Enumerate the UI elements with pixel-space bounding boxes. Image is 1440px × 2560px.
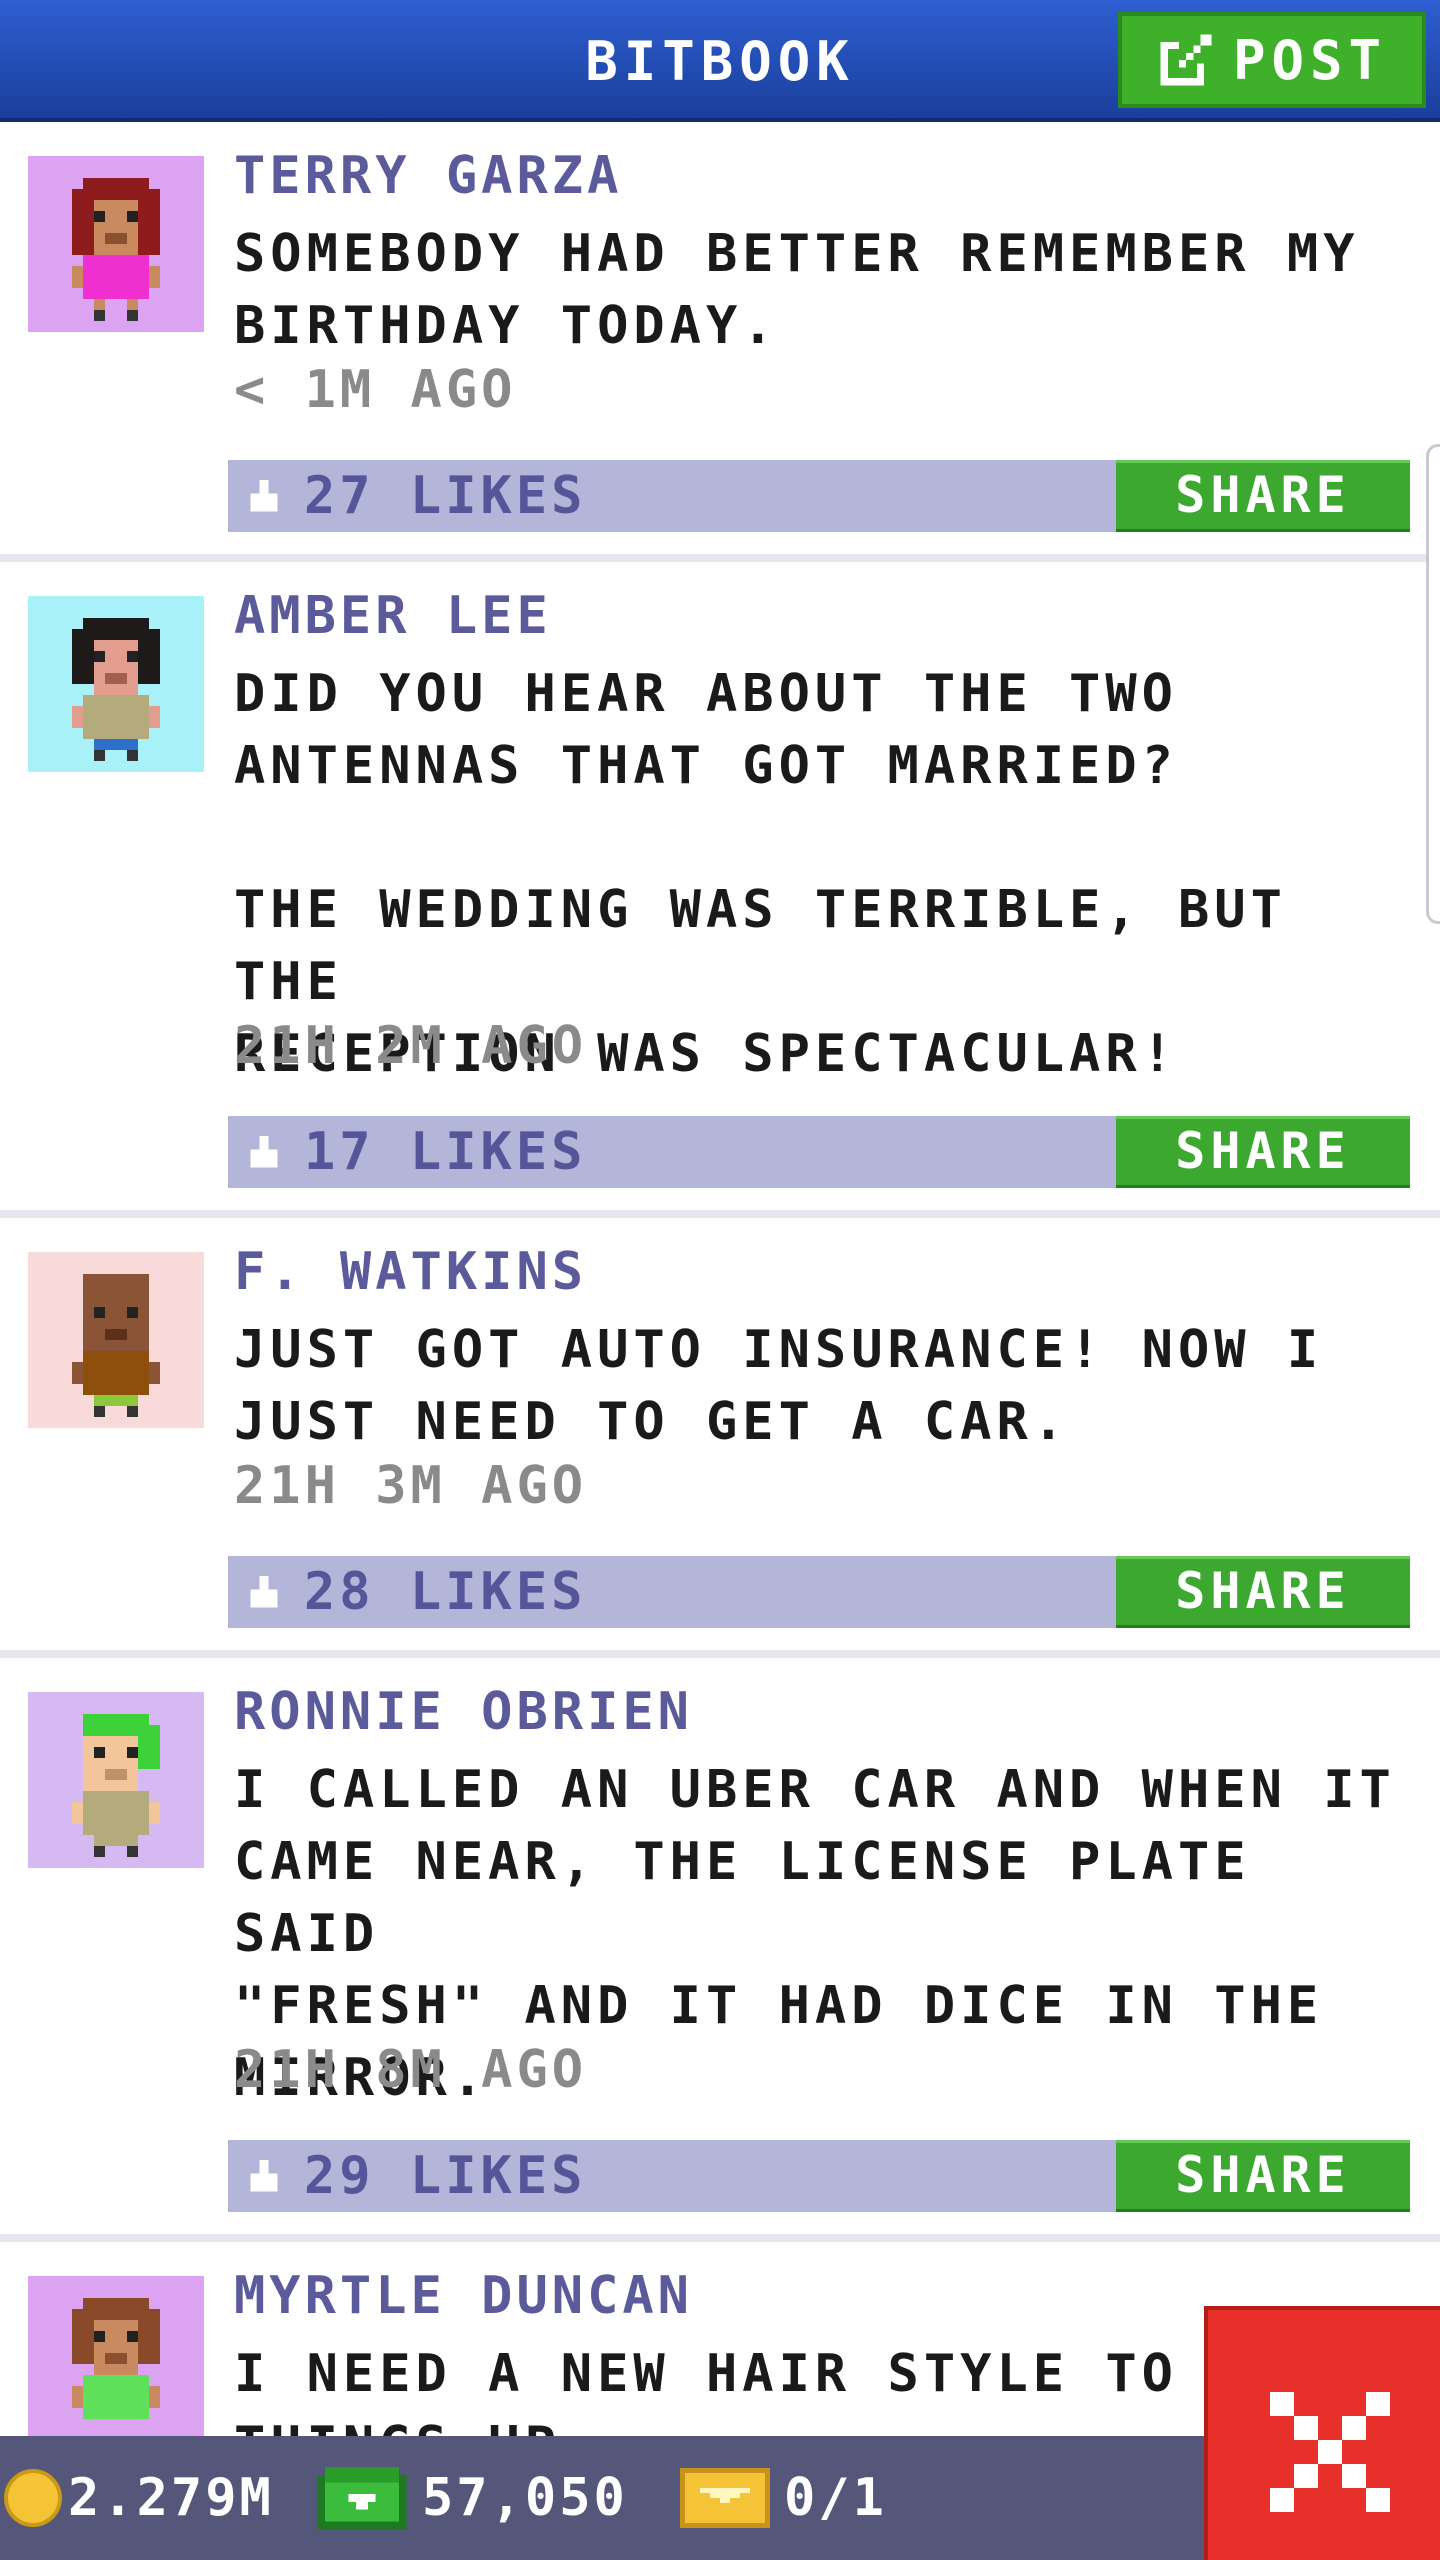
like-icon[interactable] (246, 2160, 282, 2196)
post-item: RONNIE OBRIEN I CALLED AN UBER CAR AND W… (0, 1658, 1440, 2234)
likes-count: 28 LIKES (304, 1562, 587, 1622)
coin-icon (4, 2469, 62, 2527)
post-time: 21H 2M AGO (234, 1016, 588, 1076)
likes-bar: 17 LIKES SHARE (228, 1116, 1410, 1188)
avatar[interactable] (28, 1692, 204, 1868)
avatar[interactable] (28, 156, 204, 332)
divider (0, 1210, 1440, 1218)
ticket-icon (680, 2468, 770, 2528)
coins-value: 2.279M (68, 2468, 274, 2528)
post-item: AMBER LEE DID YOU HEAR ABOUT THE TWO ANT… (0, 562, 1440, 1210)
post-author: F. WATKINS (234, 1242, 588, 1302)
divider (0, 2234, 1440, 2242)
bux-value: 57,050 (422, 2468, 628, 2528)
like-icon[interactable] (246, 1136, 282, 1172)
coins-display: 2.279M (4, 2436, 274, 2560)
share-button[interactable]: SHARE (1116, 1116, 1410, 1188)
post-message: JUST GOT AUTO INSURANCE! NOW I JUST NEED… (234, 1320, 1324, 1452)
divider (0, 554, 1440, 562)
post-author: TERRY GARZA (234, 146, 623, 206)
post-item: F. WATKINS JUST GOT AUTO INSURANCE! NOW … (0, 1218, 1440, 1650)
tickets-display: 0/1 (680, 2436, 887, 2560)
post-item: TERRY GARZA SOMEBODY HAD BETTER REMEMBER… (0, 122, 1440, 554)
post-author: MYRTLE DUNCAN (234, 2266, 693, 2326)
bux-display: 57,050 (316, 2436, 628, 2560)
edit-icon (1160, 34, 1212, 86)
post-author: RONNIE OBRIEN (234, 1682, 693, 1742)
divider (0, 1650, 1440, 1658)
close-icon (1270, 2392, 1390, 2512)
post-time: 21H 3M AGO (234, 1456, 588, 1516)
close-button[interactable] (1204, 2306, 1440, 2560)
share-button[interactable]: SHARE (1116, 2140, 1410, 2212)
likes-count: 17 LIKES (304, 1122, 587, 1182)
post-button-label: POST (1232, 28, 1388, 92)
post-message: SOMEBODY HAD BETTER REMEMBER MY BIRTHDAY… (234, 224, 1360, 356)
avatar[interactable] (28, 596, 204, 772)
share-button[interactable]: SHARE (1116, 1556, 1410, 1628)
likes-bar: 27 LIKES SHARE (228, 460, 1410, 532)
share-button[interactable]: SHARE (1116, 460, 1410, 532)
likes-bar: 28 LIKES SHARE (228, 1556, 1410, 1628)
scroll-indicator[interactable] (1426, 444, 1440, 924)
likes-count: 29 LIKES (304, 2146, 587, 2206)
post-time: 21H 8M AGO (234, 2040, 588, 2100)
avatar[interactable] (28, 2276, 204, 2438)
tickets-value: 0/1 (784, 2468, 887, 2528)
like-icon[interactable] (246, 480, 282, 516)
likes-bar: 29 LIKES SHARE (228, 2140, 1410, 2212)
post-button[interactable]: POST (1118, 12, 1426, 108)
post-author: AMBER LEE (234, 586, 552, 646)
post-time: < 1M AGO (234, 360, 517, 420)
avatar[interactable] (28, 1252, 204, 1428)
header: BITBOOK POST (0, 0, 1440, 122)
likes-count: 27 LIKES (304, 466, 587, 526)
like-icon[interactable] (246, 1576, 282, 1612)
bux-icon (317, 2467, 407, 2529)
